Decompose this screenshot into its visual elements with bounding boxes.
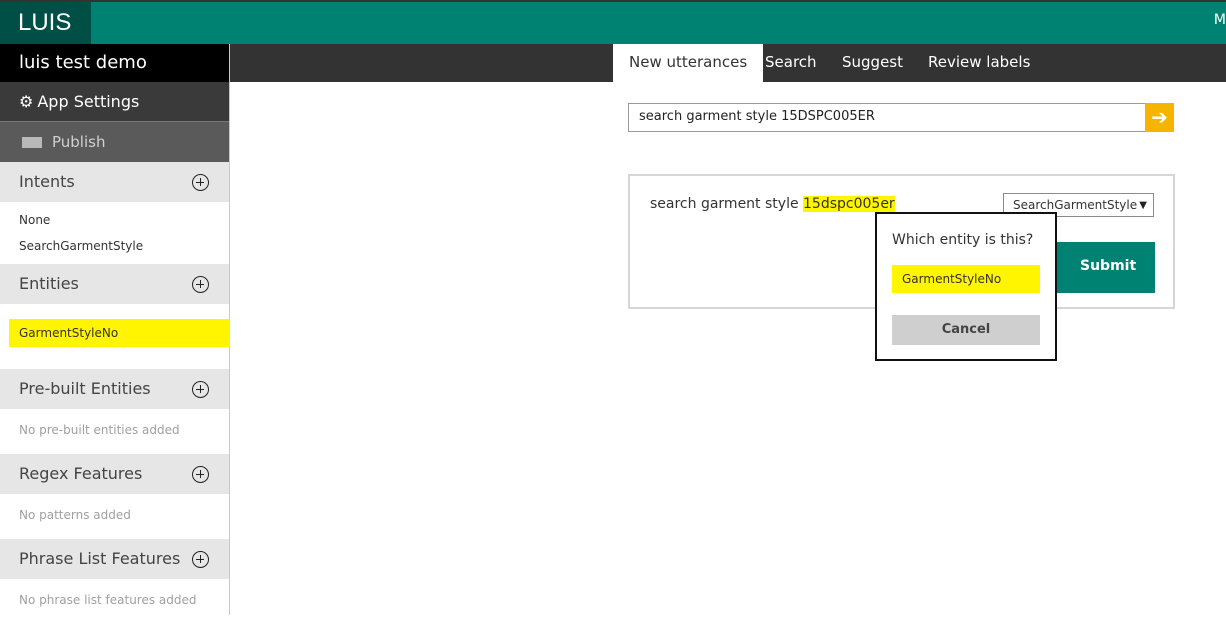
cancel-button[interactable]: Cancel	[892, 315, 1040, 345]
add-entity-icon[interactable]	[192, 276, 209, 293]
tab-suggest[interactable]: Suggest	[842, 44, 903, 82]
publish-button[interactable]: Publish	[0, 122, 229, 162]
popup-title: Which entity is this?	[892, 232, 1034, 248]
sidebar-item-garmentstyleno[interactable]: GarmentStyleNo	[9, 319, 230, 347]
dropdown-arrow-icon: ▼	[1139, 200, 1147, 211]
arrow-right-icon: ➔	[1151, 105, 1168, 129]
publish-icon	[22, 137, 42, 148]
phrase-list-title: Phrase List Features	[19, 549, 181, 568]
app-settings-label: App Settings	[37, 92, 140, 111]
tab-bar: New utterances Search Suggest Review lab…	[230, 44, 1226, 82]
app-name: luis test demo	[0, 44, 229, 82]
entities-header: Entities	[0, 264, 229, 304]
app-settings-button[interactable]: ⚙ App Settings	[0, 82, 229, 122]
add-intent-icon[interactable]	[192, 174, 209, 191]
entity-picker-popup: Which entity is this? GarmentStyleNo Can…	[875, 212, 1057, 361]
luis-logo[interactable]: LUIS	[0, 2, 91, 44]
publish-label: Publish	[52, 133, 106, 151]
sidebar-item-searchgarmentstyle[interactable]: SearchGarmentStyle	[0, 233, 229, 259]
add-prebuilt-entity-icon[interactable]	[192, 381, 209, 398]
entities-title: Entities	[19, 274, 79, 293]
utterance-text: search garment style 15dspc005er	[650, 196, 895, 212]
regex-features-header: Regex Features	[0, 454, 229, 494]
regex-empty-note: No patterns added	[19, 508, 131, 522]
tab-search[interactable]: Search	[765, 44, 817, 82]
gear-icon: ⚙	[19, 92, 34, 111]
add-regex-icon[interactable]	[192, 466, 209, 483]
utterance-input-value: search garment style 15DSPC005ER	[639, 109, 875, 124]
submit-button[interactable]: Submit	[1050, 242, 1155, 293]
utterance-plain-text: search garment style	[650, 196, 804, 212]
intents-list: None SearchGarmentStyle	[0, 202, 229, 264]
prebuilt-entities-title: Pre-built Entities	[19, 379, 151, 398]
phrase-list-header: Phrase List Features	[0, 539, 229, 579]
add-phrase-list-icon[interactable]	[192, 551, 209, 568]
prebuilt-empty-note: No pre-built entities added	[19, 423, 180, 437]
top-bar-edge-text[interactable]: M	[1214, 12, 1226, 28]
top-bar: LUIS M	[0, 0, 1226, 44]
popup-entity-option[interactable]: GarmentStyleNo	[892, 265, 1040, 293]
intent-dropdown-value: SearchGarmentStyle	[1013, 198, 1138, 212]
phrase-empty-note: No phrase list features added	[19, 593, 197, 607]
utterance-entity-highlight[interactable]: 15dspc005er	[803, 196, 895, 212]
sidebar: luis test demo ⚙ App Settings Publish Int…	[0, 44, 230, 615]
intents-header: Intents	[0, 162, 229, 202]
submit-utterance-button[interactable]: ➔	[1145, 103, 1174, 132]
tab-review-labels[interactable]: Review labels	[928, 44, 1030, 82]
prebuilt-entities-header: Pre-built Entities	[0, 369, 229, 409]
utterance-input[interactable]: search garment style 15DSPC005ER ➔	[628, 103, 1174, 132]
tab-new-utterances[interactable]: New utterances	[613, 44, 764, 82]
intents-title: Intents	[19, 172, 75, 191]
sidebar-item-none[interactable]: None	[0, 207, 229, 233]
entities-list: GarmentStyleNo	[0, 304, 230, 369]
regex-features-title: Regex Features	[19, 464, 143, 483]
submit-label: Submit	[1080, 258, 1137, 274]
